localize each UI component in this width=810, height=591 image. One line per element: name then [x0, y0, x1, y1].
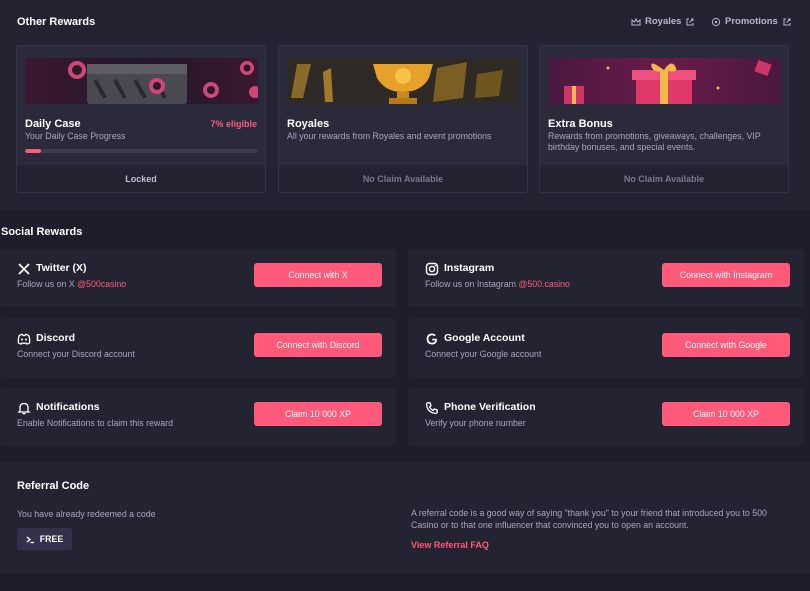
instagram-desc: Follow us on Instagram @500.casino	[425, 279, 570, 289]
google-icon	[426, 333, 438, 345]
social-rewards-title: Social Rewards	[1, 226, 83, 238]
instagram-row: Instagram Follow us on Instagram @500.ca…	[408, 249, 804, 307]
bell-icon	[17, 402, 31, 415]
eligible-badge: 7% eligible	[210, 119, 257, 129]
referral-code: FREE	[39, 534, 64, 544]
extra-bonus-card: Extra Bonus Rewards from promotions, giv…	[539, 45, 789, 193]
royales-link-label: Royales	[645, 16, 682, 27]
other-rewards-panel: Other Rewards Royales Promotions Daily C…	[0, 0, 810, 209]
referral-info: A referral code is a good way of saying …	[411, 508, 767, 530]
no-claim-button[interactable]: No Claim Available	[279, 165, 527, 192]
x-logo-icon	[18, 263, 30, 275]
locked-button[interactable]: Locked	[17, 165, 265, 192]
notifications-desc: Enable Notifications to claim this rewar…	[17, 418, 173, 428]
crown-icon	[631, 17, 641, 25]
phone-name: Phone Verification	[444, 401, 536, 413]
google-desc: Connect your Google account	[425, 349, 542, 359]
external-link-icon	[783, 18, 791, 25]
daily-case-progress	[25, 149, 258, 153]
google-row: Google Account Connect your Google accou…	[408, 319, 804, 377]
twitter-desc: Follow us on X @500casino	[17, 279, 127, 289]
no-claim-button[interactable]: No Claim Available	[540, 165, 788, 192]
external-link-icon	[686, 18, 694, 25]
google-name: Google Account	[444, 332, 525, 344]
extra-bonus-banner	[548, 58, 781, 104]
discord-desc: Connect your Discord account	[17, 349, 135, 359]
referral-panel: Referral Code You have already redeemed …	[0, 463, 810, 573]
referral-code-badge: FREE	[17, 528, 72, 550]
twitter-row: Twitter (X) Follow us on X @500casino Co…	[0, 249, 396, 307]
royales-banner	[287, 58, 520, 104]
referral-title: Referral Code	[17, 480, 90, 492]
claim-notifications-xp-button[interactable]: Claim 10 000 XP	[254, 402, 382, 426]
connect-instagram-button[interactable]: Connect with Instagram	[662, 263, 790, 287]
extra-bonus-title: Extra Bonus	[548, 118, 613, 130]
phone-desc: Verify your phone number	[425, 418, 526, 428]
twitter-name: Twitter (X)	[36, 262, 87, 274]
discord-row: Discord Connect your Discord account Con…	[0, 319, 396, 377]
tag-icon	[711, 17, 721, 26]
view-referral-faq-link[interactable]: View Referral FAQ	[411, 540, 489, 550]
daily-case-title: Daily Case	[25, 118, 81, 130]
connect-x-button[interactable]: Connect with X	[254, 263, 382, 287]
notifications-row: Notifications Enable Notifications to cl…	[0, 388, 396, 446]
royales-card: Royales All your rewards from Royales an…	[278, 45, 528, 193]
instagram-handle[interactable]: @500.casino	[518, 279, 569, 289]
daily-case-desc: Your Daily Case Progress	[25, 131, 126, 141]
other-rewards-title: Other Rewards	[17, 16, 96, 28]
royales-card-desc: All your rewards from Royales and event …	[287, 131, 492, 141]
promotions-link[interactable]: Promotions	[711, 16, 792, 27]
connect-discord-button[interactable]: Connect with Discord	[254, 333, 382, 357]
daily-case-card: Daily Case 7% eligible Your Daily Case P…	[16, 45, 266, 193]
connect-google-button[interactable]: Connect with Google	[662, 333, 790, 357]
referral-status: You have already redeemed a code	[17, 509, 156, 519]
royales-link[interactable]: Royales	[631, 16, 695, 27]
phone-verification-row: Phone Verification Verify your phone num…	[408, 388, 804, 446]
promotions-link-label: Promotions	[725, 16, 778, 27]
progress-fill	[25, 149, 42, 153]
instagram-name: Instagram	[444, 262, 495, 274]
twitter-handle[interactable]: @500casino	[77, 279, 126, 289]
terminal-icon	[26, 536, 34, 543]
discord-icon	[17, 333, 31, 345]
phone-icon	[425, 402, 438, 415]
claim-phone-xp-button[interactable]: Claim 10 000 XP	[662, 402, 790, 426]
instagram-icon	[425, 262, 439, 276]
discord-name: Discord	[36, 332, 76, 344]
daily-case-banner	[25, 58, 258, 104]
notifications-name: Notifications	[36, 401, 100, 413]
royales-card-title: Royales	[287, 118, 330, 130]
extra-bonus-desc: Rewards from promotions, giveaways, chal…	[548, 131, 761, 152]
